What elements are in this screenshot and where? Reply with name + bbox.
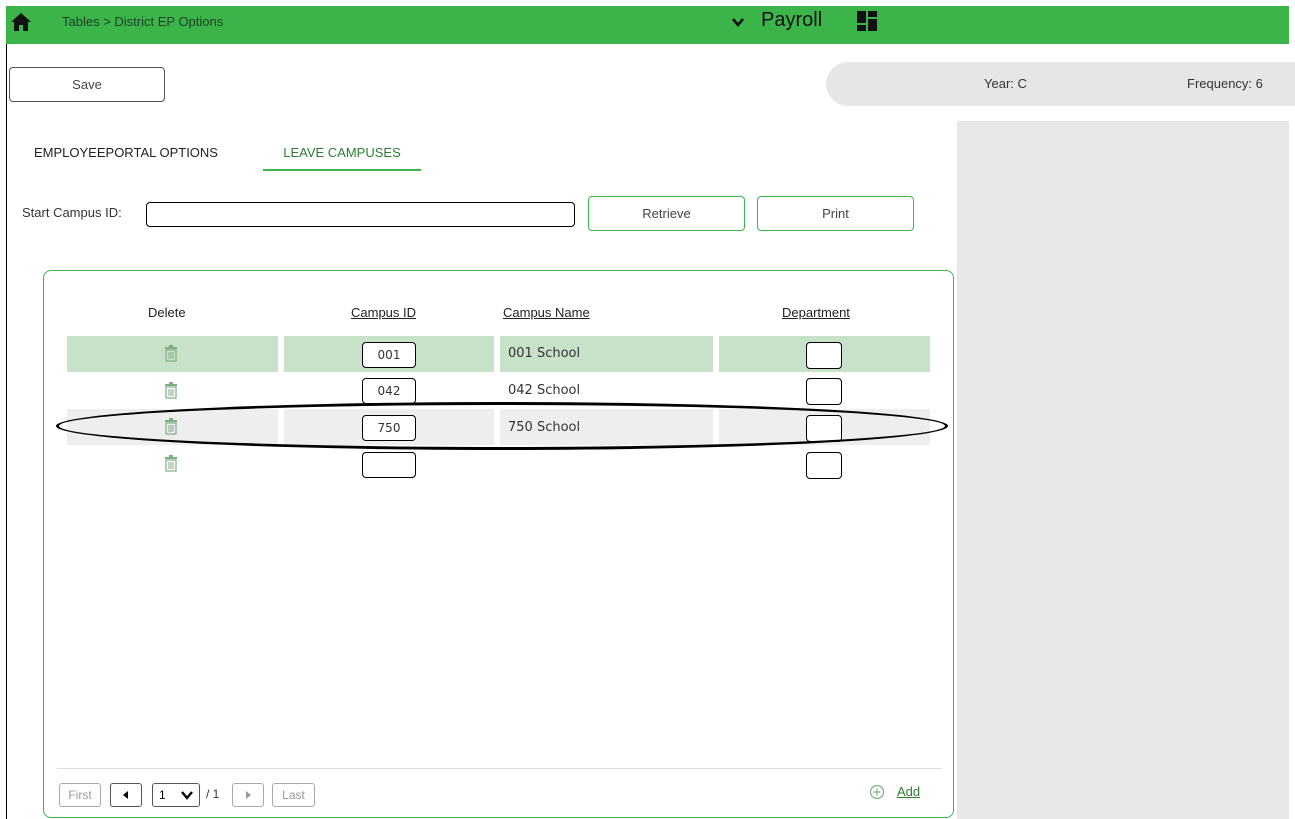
page-select-value: 1 (159, 788, 166, 802)
department-input[interactable] (806, 378, 842, 405)
retrieve-button[interactable]: Retrieve (588, 196, 745, 231)
start-campus-input[interactable] (146, 202, 575, 227)
home-icon[interactable] (10, 12, 32, 32)
department-input[interactable] (806, 452, 842, 479)
trash-icon[interactable] (164, 455, 178, 472)
campus-id-input[interactable] (362, 452, 416, 478)
page-select[interactable]: 1 (152, 783, 200, 807)
caret-left-icon (123, 791, 128, 799)
save-button[interactable]: Save (9, 67, 165, 102)
department-input[interactable] (806, 415, 842, 442)
info-bar: Year: C Frequency: 6 (826, 62, 1295, 106)
campus-id-input[interactable]: 750 (362, 415, 416, 441)
tab-employeeportal-options[interactable]: EMPLOYEEPORTAL OPTIONS (34, 145, 218, 160)
module-title[interactable]: Payroll (761, 9, 822, 32)
print-button[interactable]: Print (757, 196, 914, 231)
chevron-down-icon (181, 791, 193, 800)
add-circle-icon[interactable] (869, 784, 885, 800)
caret-right-icon (246, 791, 251, 799)
start-campus-label: Start Campus ID: (22, 205, 122, 220)
prev-page-button[interactable] (110, 783, 142, 807)
trash-icon[interactable] (164, 345, 178, 362)
next-page-button[interactable] (232, 783, 264, 807)
campus-name: 001 School (508, 346, 581, 361)
breadcrumb[interactable]: Tables > District EP Options (62, 14, 223, 29)
year-label: Year: C (984, 76, 1027, 91)
trash-icon[interactable] (164, 382, 178, 399)
column-header-campus-name[interactable]: Campus Name (503, 305, 590, 320)
campus-name: 750 School (508, 420, 581, 435)
campus-name: 042 School (508, 383, 581, 398)
top-bar: Tables > District EP Options Payroll (6, 6, 1289, 44)
column-header-department[interactable]: Department (782, 305, 850, 320)
campus-id-input[interactable]: 042 (362, 378, 416, 404)
page-count: / 1 (206, 787, 220, 801)
chevron-down-icon[interactable] (730, 14, 746, 30)
add-row-link[interactable]: Add (897, 784, 920, 799)
trash-icon[interactable] (164, 418, 178, 435)
module-menu-icon[interactable] (856, 10, 878, 32)
first-page-button[interactable]: First (59, 783, 101, 807)
department-input[interactable] (806, 342, 842, 369)
campus-id-input[interactable]: 001 (362, 342, 416, 368)
frequency-label: Frequency: 6 (1187, 76, 1263, 91)
column-header-campus-id[interactable]: Campus ID (351, 305, 416, 320)
last-page-button[interactable]: Last (272, 783, 315, 807)
column-header-delete: Delete (148, 305, 186, 320)
pager-divider (57, 768, 941, 769)
tab-leave-campuses[interactable]: LEAVE CAMPUSES (263, 145, 421, 171)
